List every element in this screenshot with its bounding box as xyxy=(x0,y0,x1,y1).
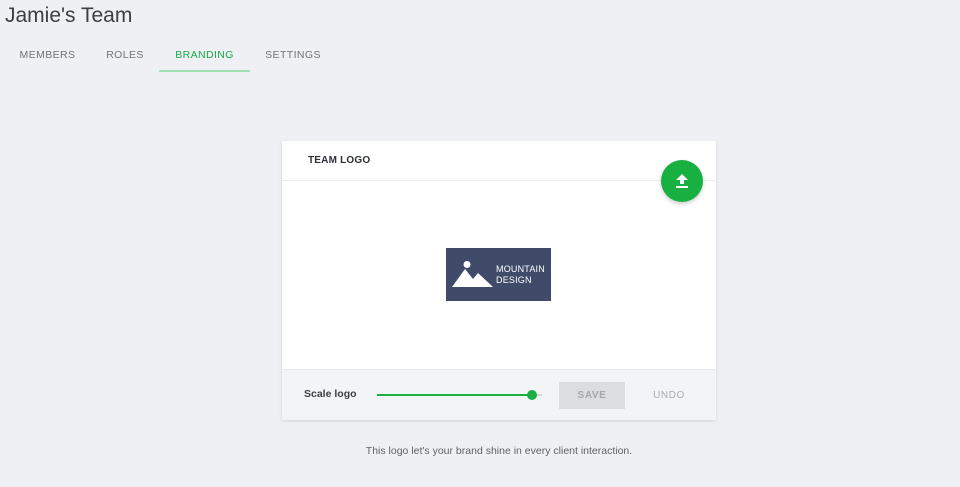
scale-logo-label: Scale logo xyxy=(304,388,357,400)
logo-wordmark: MOUNTAIN DESIGN xyxy=(496,264,545,286)
logo-preview-area: MOUNTAIN DESIGN xyxy=(282,181,716,369)
card-footer: Scale logo SAVE UNDO xyxy=(282,369,716,420)
page-title: Jamie's Team xyxy=(5,4,133,27)
mountain-sun-icon xyxy=(452,261,493,287)
tab-branding[interactable]: BRANDING xyxy=(159,40,250,72)
tab-settings[interactable]: SETTINGS xyxy=(250,40,336,72)
slider-thumb[interactable] xyxy=(527,390,538,400)
logo-line-1: MOUNTAIN xyxy=(496,264,545,274)
save-button[interactable]: SAVE xyxy=(559,382,625,409)
logo-line-2: DESIGN xyxy=(496,275,532,285)
tab-members[interactable]: MEMBERS xyxy=(4,40,91,72)
tab-roles[interactable]: ROLES xyxy=(91,40,159,72)
slider-fill xyxy=(377,394,533,396)
tab-bar: MEMBERS ROLES BRANDING SETTINGS xyxy=(4,40,336,74)
scale-logo-slider[interactable] xyxy=(377,384,542,406)
card-title: TEAM LOGO xyxy=(282,141,716,181)
team-logo-image: MOUNTAIN DESIGN xyxy=(446,248,551,301)
undo-button[interactable]: UNDO xyxy=(643,382,695,409)
helper-text: This logo let's your brand shine in ever… xyxy=(365,445,633,457)
team-logo-card: TEAM LOGO MOUNTAIN DESIGN Scale logo SAV… xyxy=(282,141,716,420)
